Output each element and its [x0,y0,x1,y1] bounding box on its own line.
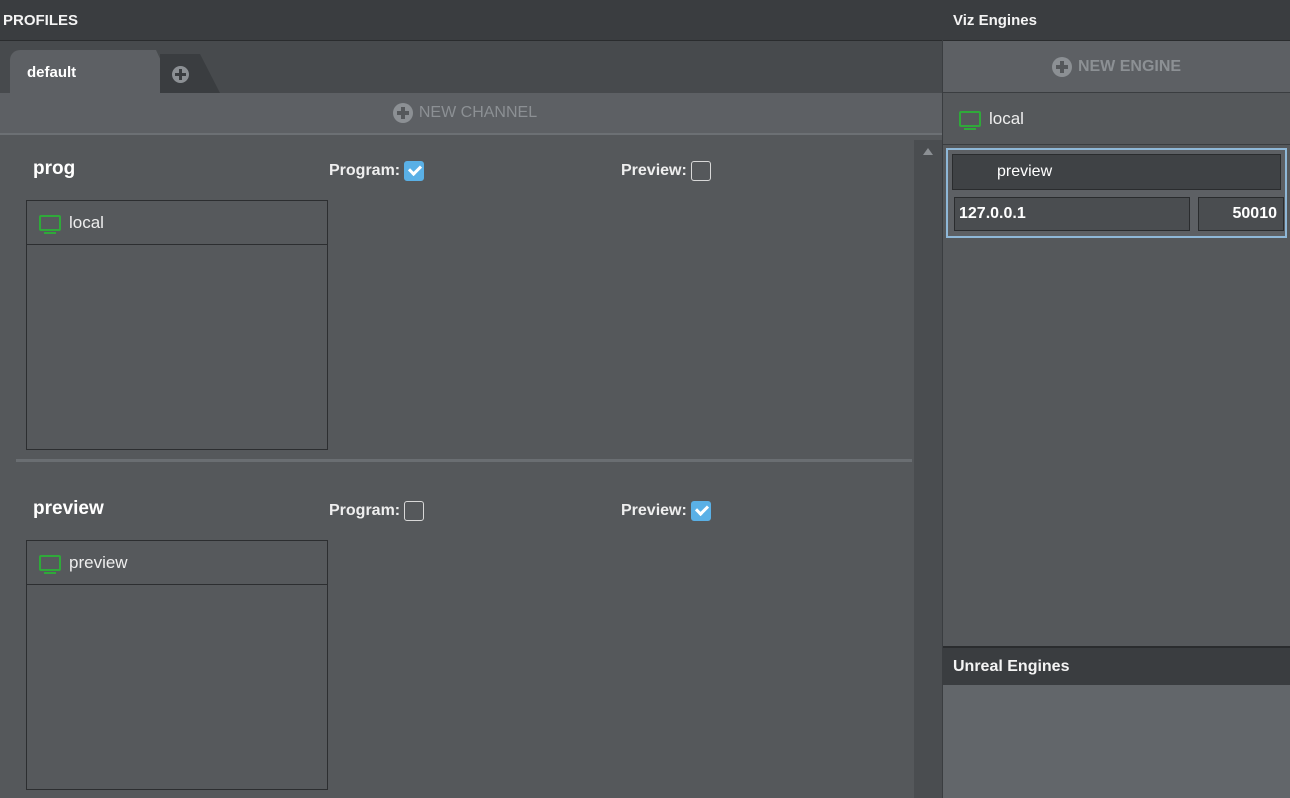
profiles-panel: PROFILES default NEW CHANNEL prog Progra… [0,0,942,798]
engine-name: preview [997,163,1053,180]
scroll-up-arrow-icon[interactable] [923,148,933,155]
unreal-engines-header: Unreal Engines [943,646,1290,685]
new-engine-label: NEW ENGINE [1077,57,1182,75]
profile-tabbar: default [0,41,942,93]
channel-prog: prog Program: Preview: local [16,150,912,460]
viz-engines-title: Viz Engines [953,11,1037,29]
preview-checkbox[interactable] [690,501,711,521]
tab-default[interactable]: default [10,50,176,93]
plus-circle-icon [392,103,413,123]
new-engine-button[interactable]: NEW ENGINE [943,41,1290,93]
add-profile-tab[interactable] [160,54,220,93]
monitor-icon [39,554,61,574]
list-item[interactable]: local [27,201,327,245]
engine-name: local [989,108,1024,128]
engine-name-field[interactable]: preview [952,154,1281,190]
viz-engines-header: Viz Engines [943,0,1290,41]
channel-name: prog [33,158,76,179]
engine-host-field[interactable]: 127.0.0.1 [954,197,1190,231]
list-item[interactable]: preview [27,541,327,585]
new-channel-label: NEW CHANNEL [418,104,538,121]
preview-toggle[interactable]: Preview: [621,501,711,521]
tab-default-label: default [27,64,77,81]
program-label: Program: [329,162,401,179]
program-toggle[interactable]: Program: [329,501,425,521]
profiles-title: PROFILES [3,11,79,29]
plus-circle-icon [172,66,189,83]
program-toggle[interactable]: Program: [329,161,425,181]
profiles-header: PROFILES [0,0,942,41]
engine-port-field[interactable]: 50010 [1198,197,1284,231]
engines-panel: Viz Engines NEW ENGINE local preview 127… [942,0,1290,798]
unreal-engines-list[interactable] [943,685,1290,798]
channels-scrollbar[interactable] [914,140,942,798]
program-checkbox[interactable] [404,501,425,521]
channel-name: preview [33,498,104,519]
channel-engine-list[interactable]: preview [26,540,328,790]
channel-preview: preview Program: Preview: preview [16,490,912,798]
preview-toggle[interactable]: Preview: [621,161,711,181]
plus-circle-icon [1051,56,1072,77]
engine-label: local [69,212,104,232]
preview-checkbox[interactable] [690,161,711,181]
engine-list-empty-area [943,240,1290,646]
unreal-engines-title: Unreal Engines [953,657,1070,675]
new-channel-button[interactable]: NEW CHANNEL [0,93,942,135]
engine-label: preview [69,552,128,572]
preview-label: Preview: [621,162,687,179]
channel-engine-list[interactable]: local [26,200,328,450]
engine-item-preview[interactable]: preview 127.0.0.1 50010 [946,148,1287,238]
channel-divider [16,459,912,462]
program-checkbox[interactable] [404,161,425,181]
preview-label: Preview: [621,502,687,519]
engine-item-local[interactable]: local [943,93,1290,145]
monitor-icon [959,110,981,130]
monitor-icon [39,214,61,234]
program-label: Program: [329,502,401,519]
